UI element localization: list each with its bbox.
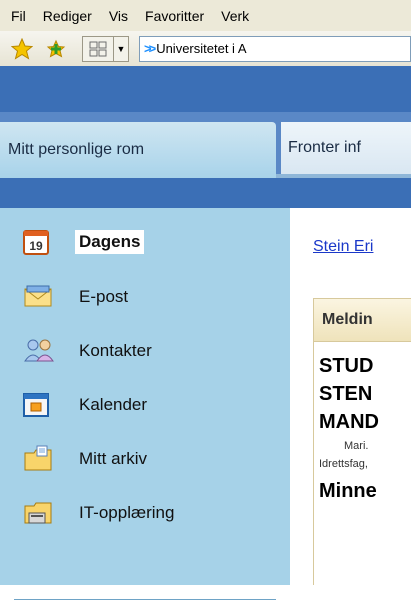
sidebar-item-label: Kalender [79,395,148,414]
add-star-icon[interactable] [44,37,68,61]
forward-arrows-icon: >> [144,41,156,56]
tab-personal-room-label: Mitt personlige rom [8,141,145,158]
menu-file[interactable]: Fil [0,8,26,24]
sidebar-item-label: E-post [79,287,129,306]
sidebar-item-label: Mitt arkiv [79,449,147,468]
messages-panel: Meldin STUD STEN MAND Mari. Idrettsfag, … [313,298,411,585]
sidebar-item-email[interactable]: E-post [23,279,128,315]
main-content: Stein Eri Meldin STUD STEN MAND Mari. Id… [290,208,411,585]
panel-title: Meldin [322,311,373,328]
sidebar-item-contacts[interactable]: Kontakter [23,333,152,369]
sidebar-item-calendar[interactable]: Kalender [23,387,147,423]
sidebar-item-archive[interactable]: Mitt arkiv [23,441,147,477]
sidebar-item-it-training[interactable]: IT-opplæring [23,495,174,531]
calendar-day-number: 19 [29,239,43,253]
menu-view[interactable]: Vis [98,8,128,24]
calendar-icon [23,391,57,419]
tab-personal-room[interactable]: Mitt personlige rom [0,122,276,178]
chevron-down-icon[interactable]: ▼ [114,35,129,62]
browser-chrome: Fil Rediger Vis Favoritter Verk ▼ >> Uni… [0,0,411,67]
author: Mari. [344,440,369,452]
training-folder-icon [23,499,57,527]
sidebar-item-label: Dagens [75,230,145,254]
headline-line: STUD [319,355,374,377]
tab-fronter-info-label: Fronter inf [288,139,361,156]
headline-line: STEN [319,383,373,405]
menu-tools[interactable]: Verk [210,8,249,24]
toolbar: ▼ >> Universitetet i A [0,31,411,67]
tab-divider [276,174,411,178]
star-icon[interactable] [10,37,34,61]
tab-fronter-info[interactable]: Fronter inf [281,122,411,174]
sidebar-item-today[interactable]: 19 Dagens [23,224,145,260]
category: Idrettsfag, [319,458,368,470]
menu-edit[interactable]: Rediger [32,8,92,24]
sidebar-item-label: Kontakter [79,341,152,360]
address-bar[interactable]: >> Universitetet i A [139,35,411,62]
address-text: Universitetet i A [156,41,247,56]
grid-view-icon[interactable] [82,35,114,62]
headline-2[interactable]: Minne [319,480,411,503]
calendar-day-icon: 19 [23,228,57,256]
folder-icon [23,445,57,473]
menu-bar: Fil Rediger Vis Favoritter Verk [0,0,411,32]
headline-line: MAND [319,411,379,433]
headline[interactable]: STUD STEN MAND [319,352,411,436]
panel-header: Meldin [314,299,411,342]
sidebar-item-label: IT-opplæring [79,503,175,522]
contacts-icon [23,337,57,365]
user-link[interactable]: Stein Eri [313,238,373,256]
envelope-icon [23,283,57,311]
tab-strip: Mitt personlige rom Fronter inf [0,66,411,208]
sidebar: 19 Dagens E-post Kontakter Kalender Mitt… [0,208,290,600]
menu-favorites[interactable]: Favoritter [134,8,204,24]
